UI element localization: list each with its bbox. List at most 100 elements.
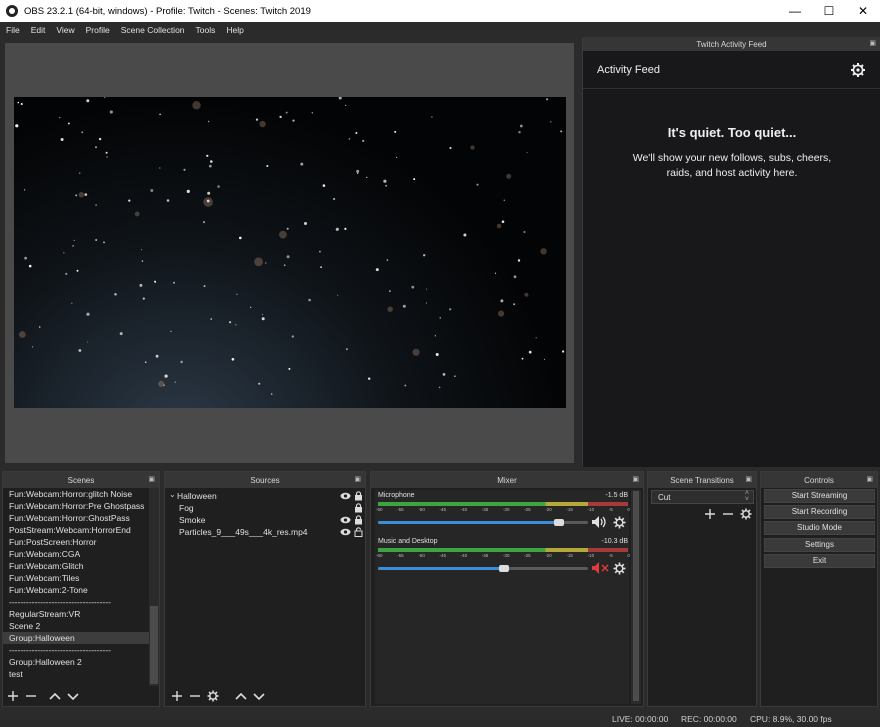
move-down-icon[interactable] xyxy=(253,690,265,702)
exit-button[interactable]: Exit xyxy=(764,554,875,568)
particle xyxy=(159,167,161,169)
eye-icon[interactable] xyxy=(340,492,351,500)
menu-view[interactable]: View xyxy=(50,25,79,35)
scene-item[interactable]: Fun:Webcam:Tiles xyxy=(3,572,149,584)
volume-slider-handle[interactable] xyxy=(553,519,564,526)
particle xyxy=(519,124,523,128)
remove-icon[interactable] xyxy=(25,690,37,702)
dock-float-icon[interactable]: ▣ xyxy=(866,475,873,483)
scene-scrollbar[interactable] xyxy=(149,488,159,686)
volume-slider-handle[interactable] xyxy=(499,565,509,572)
move-up-icon[interactable] xyxy=(49,690,61,702)
scene-item[interactable]: Fun:Webcam:2-Tone xyxy=(3,584,149,596)
meter-tick-label: -50 xyxy=(418,553,425,558)
scene-separator[interactable]: ------------------------------------ xyxy=(3,644,149,656)
speaker-icon[interactable] xyxy=(591,515,607,529)
mixer-scrollbar[interactable] xyxy=(631,490,641,704)
unlock-icon[interactable] xyxy=(354,527,363,537)
source-group-row[interactable]: ⌄ Halloween xyxy=(167,490,365,502)
scene-item[interactable]: test xyxy=(3,668,149,680)
particle xyxy=(84,193,88,196)
source-name: Fog xyxy=(179,503,194,513)
move-down-icon[interactable] xyxy=(67,690,79,702)
scene-scroll-thumb[interactable] xyxy=(150,606,158,684)
source-item[interactable]: Smoke xyxy=(167,514,365,526)
chevron-down-icon[interactable]: ⌄ xyxy=(169,490,176,499)
source-list[interactable]: ⌄ Halloween Fog Smoke Particles_9___49s_… xyxy=(167,490,365,686)
scene-item[interactable]: Fun:Webcam:Horror:glitch Noise xyxy=(3,488,149,500)
scene-item[interactable]: Fun:Webcam:Glitch xyxy=(3,560,149,572)
eye-icon[interactable] xyxy=(340,516,351,524)
gear-icon[interactable] xyxy=(613,516,626,529)
dock-float-icon[interactable]: ▣ xyxy=(354,475,361,483)
add-icon[interactable] xyxy=(704,508,716,520)
particle xyxy=(503,199,506,202)
spin-arrows-icon[interactable]: ˄ ˅ xyxy=(745,490,749,503)
particle xyxy=(346,348,348,350)
twitch-dock-title: Twitch Activity Feed xyxy=(696,39,767,49)
dock-float-icon[interactable]: ▣ xyxy=(745,475,752,483)
particle xyxy=(208,164,212,168)
scene-item-selected[interactable]: Group:Halloween xyxy=(3,632,149,644)
particles-video-frame xyxy=(15,97,565,395)
scene-item[interactable]: Fun:Webcam:Horror:Pre Ghostpass xyxy=(3,500,149,512)
particle xyxy=(496,223,502,229)
lock-icon[interactable] xyxy=(354,515,363,525)
gear-icon[interactable] xyxy=(740,508,752,520)
menu-edit[interactable]: Edit xyxy=(25,25,51,35)
remove-icon[interactable] xyxy=(722,508,734,520)
studio-mode-button[interactable]: Studio Mode xyxy=(764,521,875,535)
particle xyxy=(81,131,84,134)
scene-item[interactable]: Fun:PostScreen:Horror xyxy=(3,536,149,548)
particle xyxy=(206,199,210,203)
dock-float-icon[interactable]: ▣ xyxy=(148,475,155,483)
particle xyxy=(366,176,368,178)
transition-select[interactable]: Cut ˄ ˅ xyxy=(651,490,754,504)
move-up-icon[interactable] xyxy=(235,690,247,702)
maximize-button[interactable]: ☐ xyxy=(812,0,846,22)
minimize-button[interactable]: — xyxy=(778,0,812,22)
scene-separator[interactable]: ------------------------------------ xyxy=(3,596,149,608)
start-streaming-button[interactable]: Start Streaming xyxy=(764,489,875,503)
eye-icon[interactable] xyxy=(340,528,351,536)
source-item[interactable]: Particles_9___49s___4k_res.mp4 xyxy=(167,526,365,538)
sources-dock-title: Sources ▣ xyxy=(165,472,365,488)
particle xyxy=(521,357,524,360)
scene-item[interactable]: Group:Halloween 2 xyxy=(3,656,149,668)
mixer-scroll-thumb[interactable] xyxy=(633,491,639,701)
speaker-muted-icon[interactable] xyxy=(591,561,609,575)
scene-list[interactable]: Fun:Webcam:Horror:glitch Noise Fun:Webca… xyxy=(3,488,149,686)
scene-item[interactable]: Scene 2 xyxy=(3,620,149,632)
scene-item[interactable]: PostStream:Webcam:HorrorEnd xyxy=(3,524,149,536)
live-timer: LIVE: 00:00:00 xyxy=(612,714,669,724)
gear-icon[interactable] xyxy=(207,690,219,702)
menu-help[interactable]: Help xyxy=(220,25,248,35)
remove-icon[interactable] xyxy=(189,690,201,702)
meter-tick-label: -60 xyxy=(376,507,383,512)
particle xyxy=(76,269,79,272)
scene-item[interactable]: RegularStream:VR xyxy=(3,608,149,620)
start-recording-button[interactable]: Start Recording xyxy=(764,505,875,519)
menu-scene-collection[interactable]: Scene Collection xyxy=(115,25,190,35)
scene-item[interactable]: Fun:Webcam:CGA xyxy=(3,548,149,560)
meter-tick-label: -35 xyxy=(481,553,489,558)
particle xyxy=(159,113,161,116)
dock-float-icon[interactable]: ▣ xyxy=(869,39,876,47)
menu-file[interactable]: File xyxy=(0,25,25,35)
source-item[interactable]: Fog xyxy=(167,502,365,514)
meter-tick-label: -60 xyxy=(376,553,383,558)
lock-icon[interactable] xyxy=(354,503,363,513)
menu-profile[interactable]: Profile xyxy=(80,25,115,35)
gear-icon[interactable] xyxy=(613,562,626,575)
mixer-channel-db: -10.3 dB xyxy=(601,538,628,545)
lock-icon[interactable] xyxy=(354,491,363,501)
scene-item[interactable]: Fun:Webcam:Horror:GhostPass xyxy=(3,512,149,524)
dock-float-icon[interactable]: ▣ xyxy=(632,475,639,483)
menu-tools[interactable]: Tools xyxy=(190,25,221,35)
close-button[interactable]: ✕ xyxy=(846,0,880,22)
particle xyxy=(79,172,81,174)
add-icon[interactable] xyxy=(171,690,183,702)
settings-button[interactable]: Settings xyxy=(764,538,875,552)
add-icon[interactable] xyxy=(7,690,19,702)
gear-icon[interactable] xyxy=(850,62,866,78)
